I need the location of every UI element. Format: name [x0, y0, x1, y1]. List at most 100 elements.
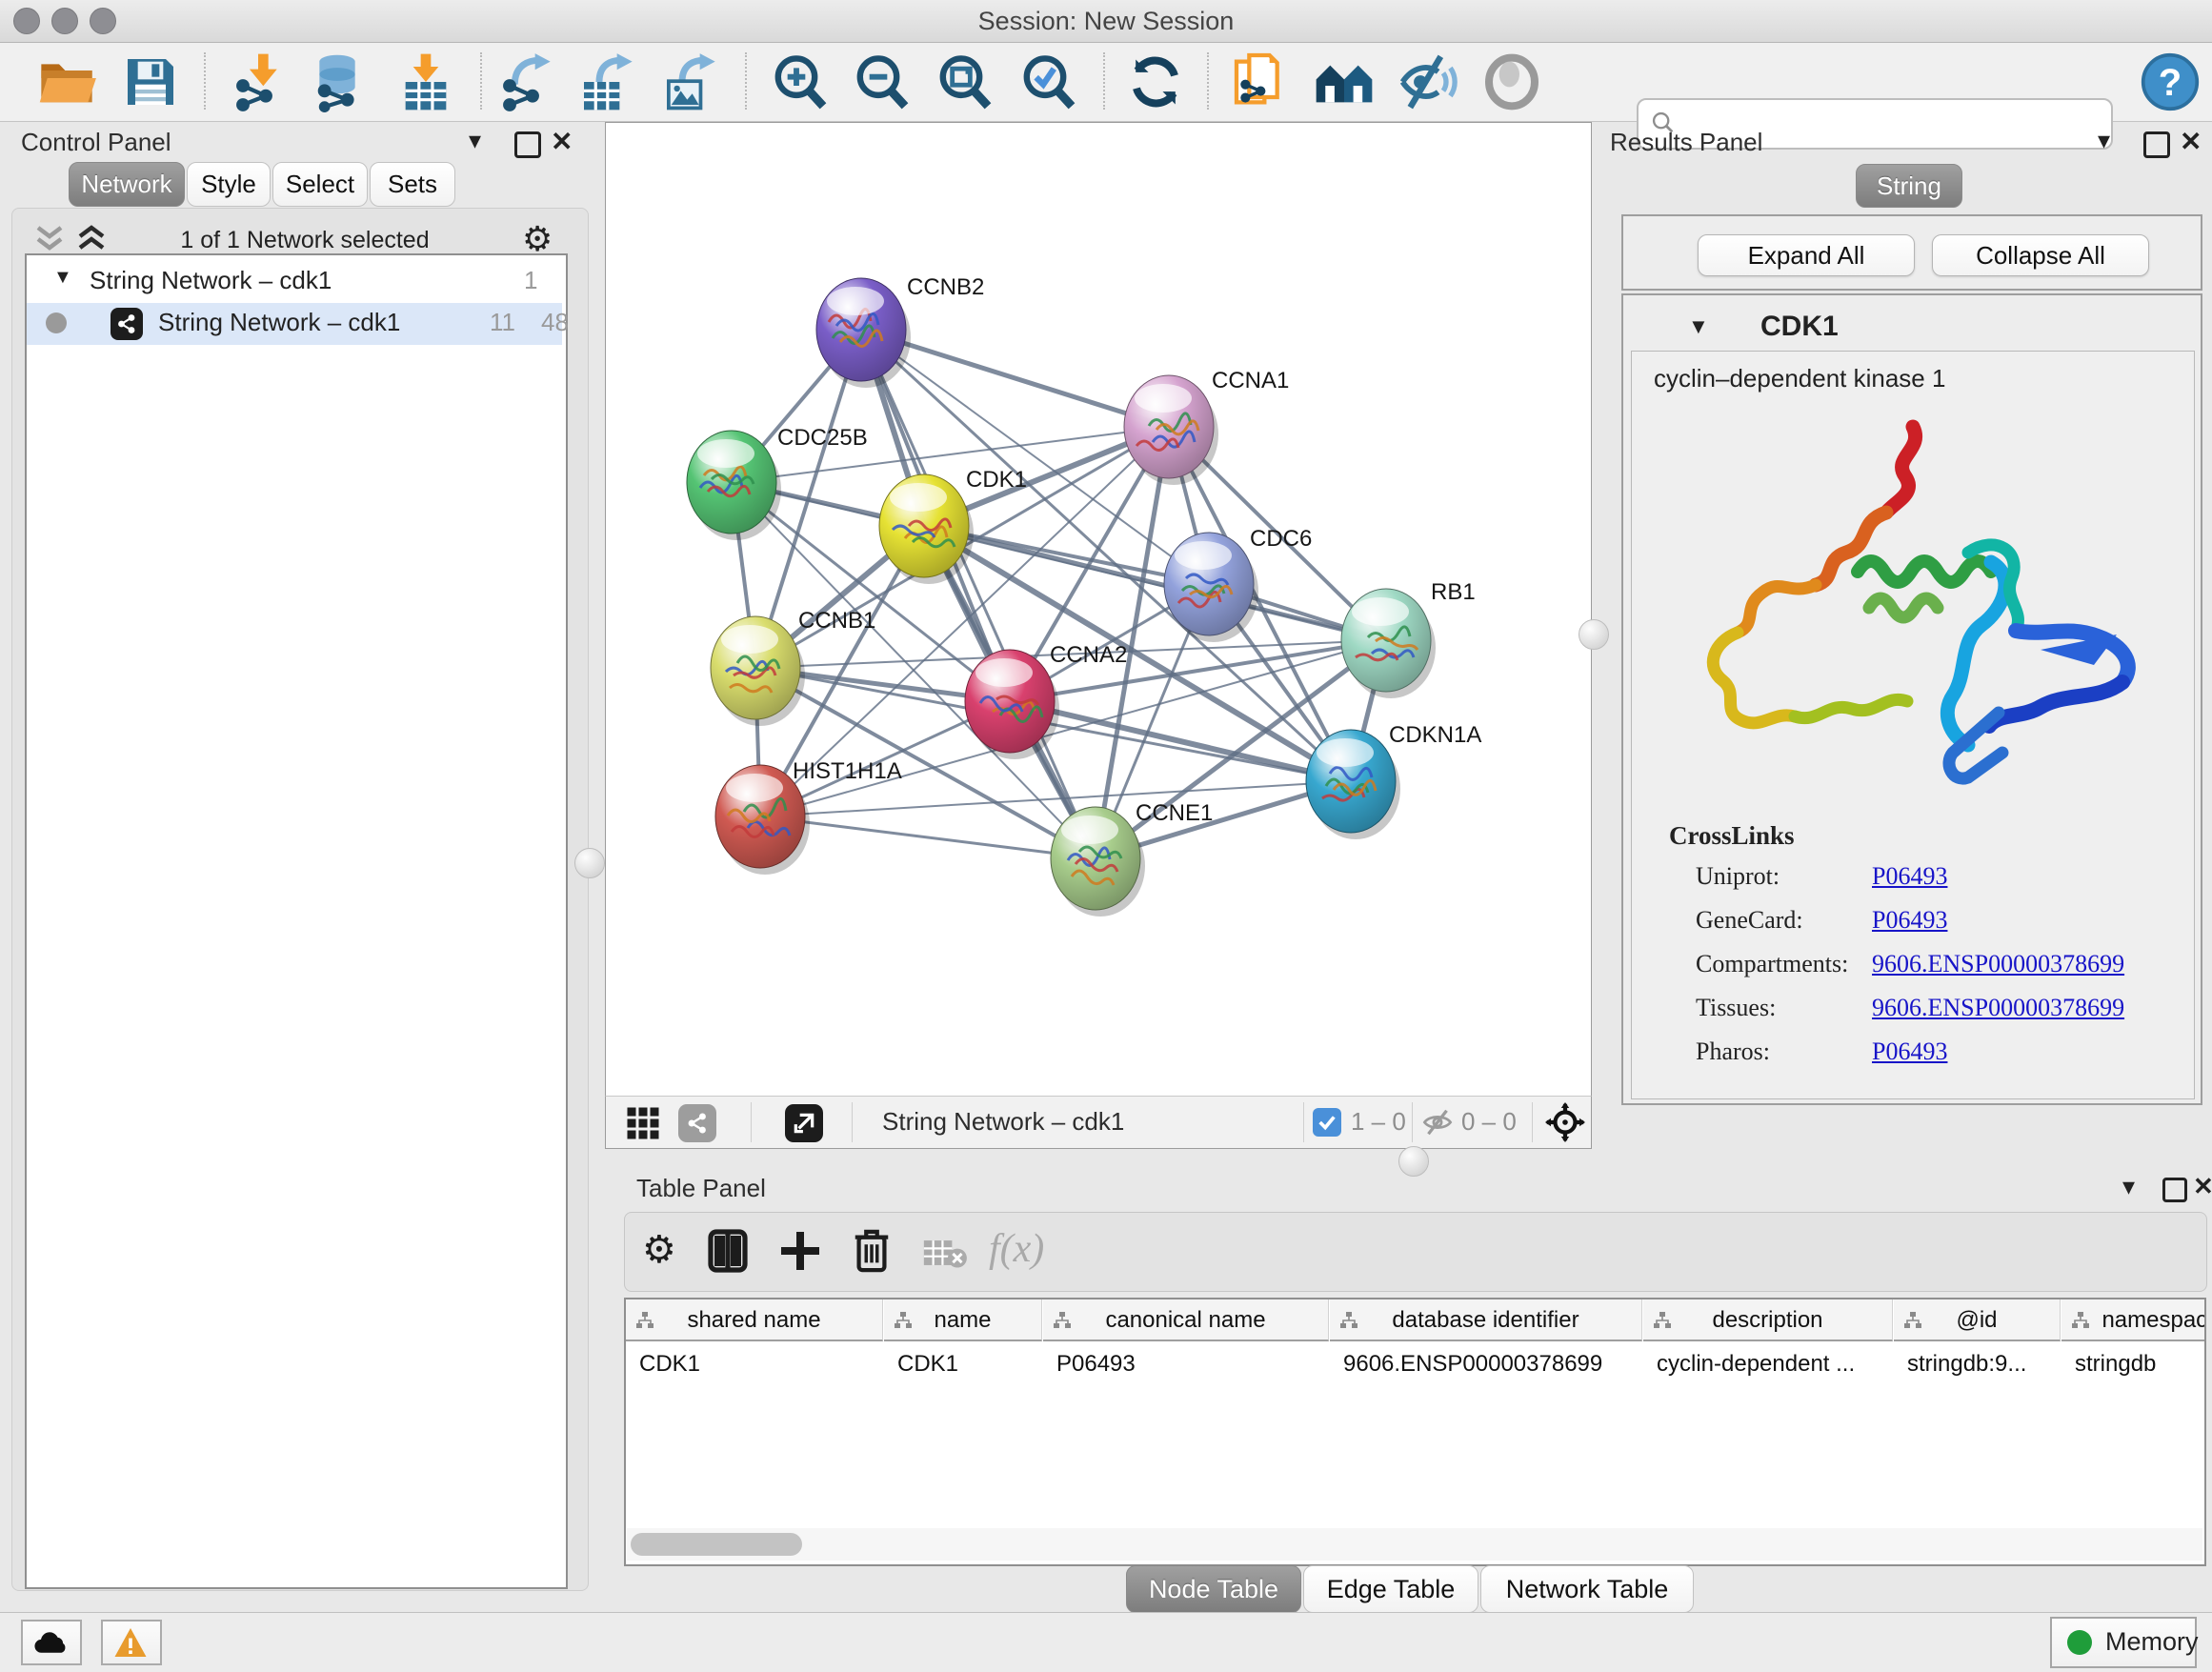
tab-style[interactable]: Style [187, 162, 271, 207]
column-header[interactable]: @id [1894, 1299, 2061, 1341]
right-splitter-handle[interactable] [1579, 619, 1609, 650]
expand-all-button[interactable]: Expand All [1698, 234, 1915, 276]
network-row[interactable]: String Network – cdk1 11 48 [27, 303, 562, 345]
crosslink-value-link[interactable]: P06493 [1872, 1037, 1947, 1066]
crosslink-value-link[interactable]: P06493 [1872, 906, 1947, 935]
network-edge[interactable] [924, 526, 1386, 640]
zoom-selected-icon[interactable] [1018, 51, 1079, 112]
help-icon[interactable]: ? [2140, 51, 2201, 112]
column-header[interactable]: name [884, 1299, 1042, 1341]
crosslink-value-link[interactable]: 9606.ENSP00000378699 [1872, 950, 2124, 978]
control-panel-collapse-icon[interactable]: ▾ [469, 126, 481, 155]
tab-node-table[interactable]: Node Table [1126, 1565, 1301, 1613]
left-splitter-handle[interactable] [574, 848, 605, 878]
tab-string[interactable]: String [1856, 164, 1962, 208]
copy-style-icon[interactable] [1229, 51, 1290, 112]
open-session-icon[interactable] [36, 51, 97, 112]
network-node-ccna1[interactable]: CCNA1 [1124, 368, 1289, 485]
table-cell[interactable]: 9606.ENSP00000378699 [1343, 1343, 1639, 1381]
cloud-button[interactable] [21, 1620, 82, 1665]
birds-eye-view-icon[interactable] [785, 1104, 823, 1142]
zoom-in-icon[interactable] [770, 51, 831, 112]
bottom-splitter-handle[interactable] [1398, 1146, 1429, 1177]
zoom-out-icon[interactable] [852, 51, 913, 112]
selected-checkbox-icon[interactable] [1313, 1108, 1341, 1137]
network-node-hist1h1a[interactable]: HIST1H1A [715, 758, 902, 875]
show-columns-icon[interactable] [705, 1228, 751, 1274]
import-network-file-icon[interactable] [228, 51, 289, 112]
tab-select[interactable]: Select [272, 162, 368, 207]
hidden-eye-icon[interactable] [1421, 1108, 1454, 1137]
expand-all-icon[interactable] [74, 223, 109, 255]
scrollbar-thumb[interactable] [631, 1533, 802, 1556]
create-column-plus-icon[interactable] [777, 1228, 823, 1274]
export-network-icon[interactable] [494, 51, 555, 112]
network-node-cdc25b[interactable]: CDC25B [687, 425, 868, 540]
zoom-fit-icon[interactable] [935, 51, 995, 112]
table-panel-close-icon[interactable]: ✕ [2193, 1172, 2212, 1201]
network-node-ccna2[interactable]: CCNA2 [965, 642, 1127, 759]
results-panel-float-icon[interactable] [2143, 131, 2170, 158]
network-node-rb1[interactable]: RB1 [1341, 579, 1476, 698]
node-label: CCNA1 [1212, 368, 1289, 393]
grid-view-icon[interactable] [625, 1106, 661, 1140]
network-edge[interactable] [760, 816, 1096, 858]
table-options-gear-icon[interactable]: ⚙ [642, 1228, 676, 1272]
hide-selected-icon[interactable] [1398, 51, 1458, 112]
string-network-graph[interactable]: CCNB2 CCNA1 CDC25BCDK1 CDC6RB1 CCNB1 CCNA2 CDK… [606, 123, 1589, 1094]
table-cell[interactable]: P06493 [1056, 1343, 1325, 1381]
tab-sets[interactable]: Sets [370, 162, 455, 207]
network-node-ccnb2[interactable]: CCNB2 [816, 274, 984, 388]
export-table-icon[interactable] [576, 51, 637, 112]
refresh-view-icon[interactable] [1125, 51, 1186, 112]
collection-label: String Network – cdk1 [90, 266, 332, 295]
network-view-canvas[interactable]: CCNB2 CCNA1 CDC25BCDK1 CDC6RB1 CCNB1 CCNA2 CDK… [605, 122, 1592, 1097]
collapse-all-button[interactable]: Collapse All [1932, 234, 2149, 276]
collection-expander-icon[interactable]: ▼ [53, 267, 72, 289]
network-list: ▼ String Network – cdk1 1 String Network… [25, 253, 568, 1589]
save-session-icon[interactable] [120, 51, 181, 112]
network-view-footer: String Network – cdk1 1 – 0 0 – 0 [605, 1096, 1592, 1149]
network-node-ccne1[interactable]: CCNE1 [1051, 800, 1213, 917]
results-panel-close-icon[interactable]: ✕ [2180, 126, 2202, 157]
control-panel-float-icon[interactable] [514, 131, 541, 158]
import-network-database-icon[interactable] [307, 51, 368, 112]
network-node-cdkn1a[interactable]: CDKN1A [1306, 722, 1481, 839]
fit-content-crosshair-icon[interactable] [1545, 1102, 1585, 1142]
control-panel-close-icon[interactable]: ✕ [551, 126, 573, 157]
export-image-icon[interactable] [659, 51, 720, 112]
table-panel-float-icon[interactable] [2162, 1178, 2187, 1202]
network-node-cdk1[interactable]: CDK1 [879, 467, 1027, 584]
column-header[interactable]: shared name [626, 1299, 883, 1341]
memory-button[interactable]: Memory [2050, 1617, 2197, 1668]
collapse-all-icon[interactable] [32, 223, 67, 255]
column-header[interactable]: namespace [2061, 1299, 2206, 1341]
results-panel-collapse-icon[interactable]: ▾ [2098, 126, 2110, 155]
table-horizontal-scrollbar[interactable] [627, 1528, 2202, 1561]
table-cell[interactable]: stringdb:9... [1907, 1343, 2057, 1381]
import-table-file-icon[interactable] [395, 51, 456, 112]
tab-network[interactable]: Network [69, 162, 185, 207]
column-header[interactable]: description [1643, 1299, 1893, 1341]
network-collection-row[interactable]: ▼ String Network – cdk1 1 [27, 261, 562, 303]
table-panel-collapse-icon[interactable]: ▾ [2122, 1172, 2135, 1201]
crosslink-value-link[interactable]: 9606.ENSP00000378699 [1872, 994, 2124, 1022]
network-node-ccnb1[interactable]: CCNB1 [711, 608, 875, 726]
show-overview-icon[interactable] [1481, 51, 1542, 112]
table-cell[interactable]: stringdb [2075, 1343, 2206, 1381]
column-header[interactable]: database identifier [1330, 1299, 1642, 1341]
entry-expander-icon[interactable]: ▼ [1688, 314, 1709, 339]
table-cell[interactable]: cyclin-dependent ... [1657, 1343, 1889, 1381]
node-table[interactable]: shared nameCDK1nameCDK1canonical nameP06… [624, 1298, 2206, 1566]
delete-column-trash-icon[interactable] [850, 1226, 894, 1274]
tab-network-table[interactable]: Network Table [1480, 1565, 1694, 1613]
column-header[interactable]: canonical name [1043, 1299, 1329, 1341]
crosslink-value-link[interactable]: P06493 [1872, 862, 1947, 891]
network-node-cdc6[interactable]: CDC6 [1164, 526, 1312, 642]
show-all-views-icon[interactable] [1314, 51, 1375, 112]
tab-edge-table[interactable]: Edge Table [1303, 1565, 1478, 1613]
network-share-view-icon[interactable] [678, 1104, 716, 1142]
table-cell[interactable]: CDK1 [639, 1343, 879, 1381]
warning-button[interactable] [101, 1620, 162, 1665]
table-cell[interactable]: CDK1 [897, 1343, 1038, 1381]
